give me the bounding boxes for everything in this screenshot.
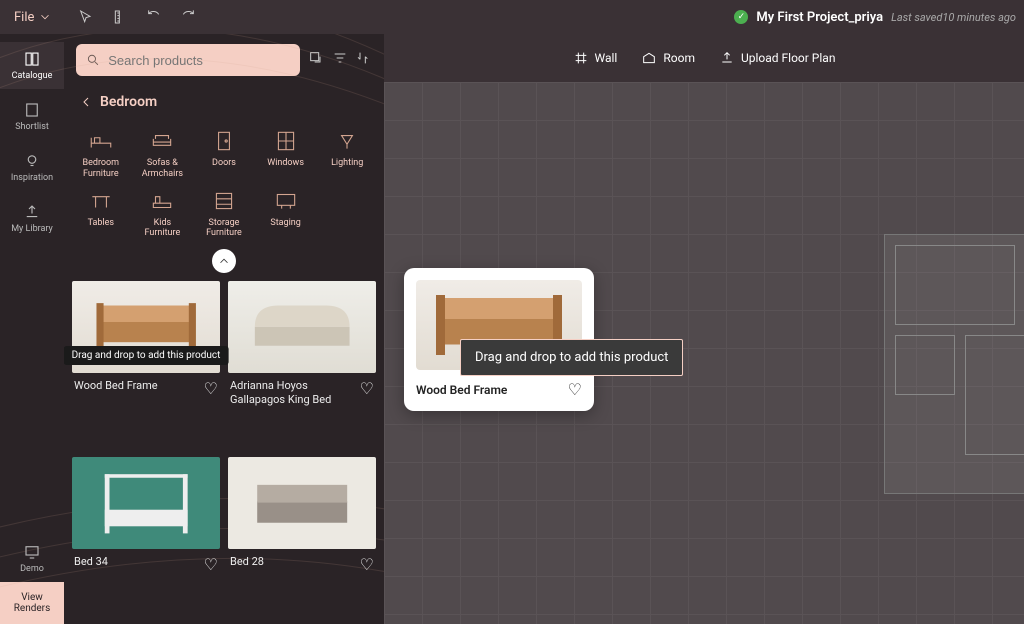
category-bedroom-furniture[interactable]: Bedroom Furniture [72, 128, 130, 182]
rail-shortlist[interactable]: Shortlist [0, 93, 64, 140]
drag-tooltip-small: Drag and drop to add this product [64, 346, 228, 365]
rail-label: My Library [11, 224, 53, 234]
chevron-down-icon [38, 10, 52, 24]
inspiration-icon [23, 152, 41, 170]
rail-inspiration[interactable]: Inspiration [0, 144, 64, 191]
upload-icon [719, 50, 735, 66]
saved-indicator-icon [734, 10, 748, 24]
upload-icon [23, 203, 41, 221]
rail-label: Shortlist [15, 122, 49, 132]
product-name: Adrianna Hoyos Gallapagos King Bed [230, 379, 356, 408]
dragged-product-name: Wood Bed Frame [416, 383, 507, 397]
lighting-icon [334, 130, 360, 152]
room-icon [641, 50, 657, 66]
back-icon[interactable] [78, 94, 94, 110]
product-card[interactable]: Drag and drop to add this product Wood B… [72, 281, 220, 449]
category-storage[interactable]: Storage Furniture [195, 188, 253, 242]
undo-icon[interactable] [146, 9, 162, 25]
product-card[interactable]: Adrianna Hoyos Gallapagos King Bed♡ [228, 281, 376, 449]
product-name: Bed 34 [74, 555, 200, 569]
project-title: My First Project_priya [756, 10, 883, 25]
chevron-up-icon [217, 254, 231, 268]
product-thumbnail [243, 467, 361, 541]
favorite-button[interactable]: ♡ [360, 379, 374, 398]
shortlist-icon [23, 101, 41, 119]
collapse-categories-button[interactable] [212, 249, 236, 273]
catalogue-icon [23, 50, 41, 68]
product-name: Bed 28 [230, 555, 356, 569]
product-name: Wood Bed Frame [74, 379, 200, 393]
redo-icon[interactable] [180, 9, 196, 25]
sort-icon[interactable] [356, 50, 372, 70]
last-saved-text: Last saved10 minutes ago [891, 11, 1016, 24]
demo-icon [23, 543, 41, 561]
staging-icon [273, 190, 299, 212]
category-staging[interactable]: Staging [257, 188, 315, 242]
floorplan-preview[interactable] [884, 234, 1024, 494]
rail-label: Demo [20, 564, 44, 574]
upload-floorplan-button[interactable]: Upload Floor Plan [719, 50, 835, 66]
filter-icon[interactable] [332, 50, 348, 70]
wall-icon [573, 50, 589, 66]
favorite-button[interactable]: ♡ [204, 379, 218, 398]
bed-icon [88, 130, 114, 152]
cursor-tool-icon[interactable] [78, 9, 94, 25]
rail-catalogue[interactable]: Catalogue [0, 42, 64, 89]
storage-icon [211, 190, 237, 212]
ruler-tool-icon[interactable] [112, 9, 128, 25]
category-sofas[interactable]: Sofas & Armchairs [134, 128, 192, 182]
category-windows[interactable]: Windows [257, 128, 315, 182]
rail-mylibrary[interactable]: My Library [0, 195, 64, 242]
rail-label: Catalogue [12, 71, 53, 81]
window-icon [273, 130, 299, 152]
product-card[interactable]: Bed 34 ♡ [72, 457, 220, 616]
kids-icon [149, 190, 175, 212]
category-doors[interactable]: Doors [195, 128, 253, 182]
wall-tool[interactable]: Wall [573, 50, 618, 66]
rail-label: Inspiration [11, 173, 53, 183]
room-tool[interactable]: Room [641, 50, 695, 66]
table-icon [88, 190, 114, 212]
search-input[interactable] [108, 53, 290, 68]
file-label: File [14, 10, 34, 25]
product-thumbnail [243, 290, 361, 364]
rail-demo[interactable]: Demo [0, 535, 64, 582]
door-icon [211, 130, 237, 152]
category-lighting[interactable]: Lighting [318, 128, 376, 182]
drag-tooltip: Drag and drop to add this product [460, 339, 683, 376]
file-menu[interactable]: File [8, 6, 58, 29]
favorite-button[interactable]: ♡ [204, 555, 218, 574]
sofa-icon [149, 130, 175, 152]
product-thumbnail [87, 467, 205, 541]
favorite-button[interactable]: ♡ [360, 555, 374, 574]
search-box[interactable] [76, 44, 300, 76]
favorite-button[interactable]: ♡ [568, 380, 582, 399]
view-renders-button[interactable]: View Renders [0, 582, 64, 624]
category-tables[interactable]: Tables [72, 188, 130, 242]
product-card[interactable]: Bed 28 ♡ [228, 457, 376, 616]
category-kids[interactable]: Kids Furniture [134, 188, 192, 242]
search-icon [86, 52, 100, 68]
breadcrumb-current: Bedroom [100, 94, 157, 110]
import-icon[interactable] [308, 50, 324, 70]
